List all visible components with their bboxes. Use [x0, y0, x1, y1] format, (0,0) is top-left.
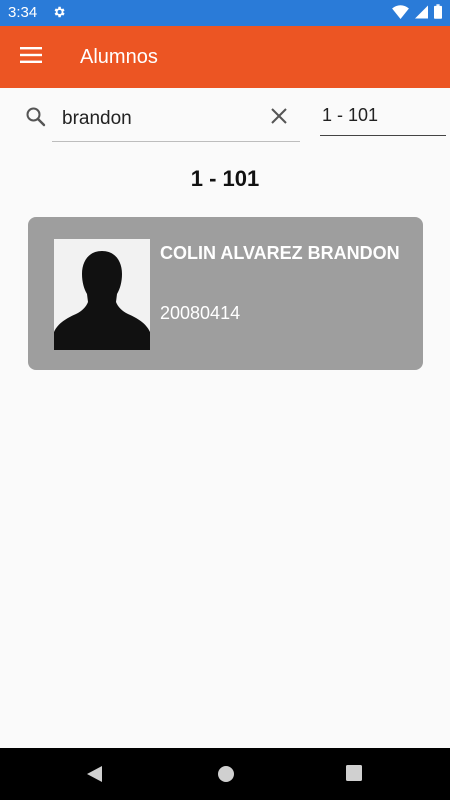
- wifi-icon: [392, 4, 409, 19]
- range-heading: 1 - 101: [190, 166, 260, 191]
- search-bar: [0, 96, 450, 146]
- student-id: 20080414: [160, 303, 241, 323]
- status-bar: 3:34: [0, 0, 450, 26]
- search-input[interactable]: [52, 96, 300, 142]
- home-icon[interactable]: [217, 765, 235, 783]
- person-silhouette-icon: [54, 251, 150, 350]
- status-icons: [392, 4, 442, 19]
- recent-apps-icon[interactable]: [346, 765, 362, 781]
- back-icon[interactable]: [86, 765, 104, 783]
- range-field[interactable]: [320, 96, 446, 136]
- search-icon: [26, 107, 46, 127]
- gear-icon: [54, 6, 65, 18]
- battery-icon: [434, 4, 442, 19]
- close-icon[interactable]: [269, 106, 289, 126]
- avatar: [54, 239, 150, 350]
- app-bar: Alumnos: [0, 26, 450, 88]
- signal-icon: [415, 5, 428, 18]
- hamburger-menu-icon[interactable]: [20, 46, 42, 64]
- student-name: COLIN ALVAREZ BRANDON: [160, 243, 400, 263]
- navigation-bar: [0, 748, 450, 800]
- student-card[interactable]: COLIN ALVAREZ BRANDON 20080414: [28, 217, 423, 370]
- status-time: 3:34: [8, 4, 38, 21]
- page-title: Alumnos: [80, 46, 158, 68]
